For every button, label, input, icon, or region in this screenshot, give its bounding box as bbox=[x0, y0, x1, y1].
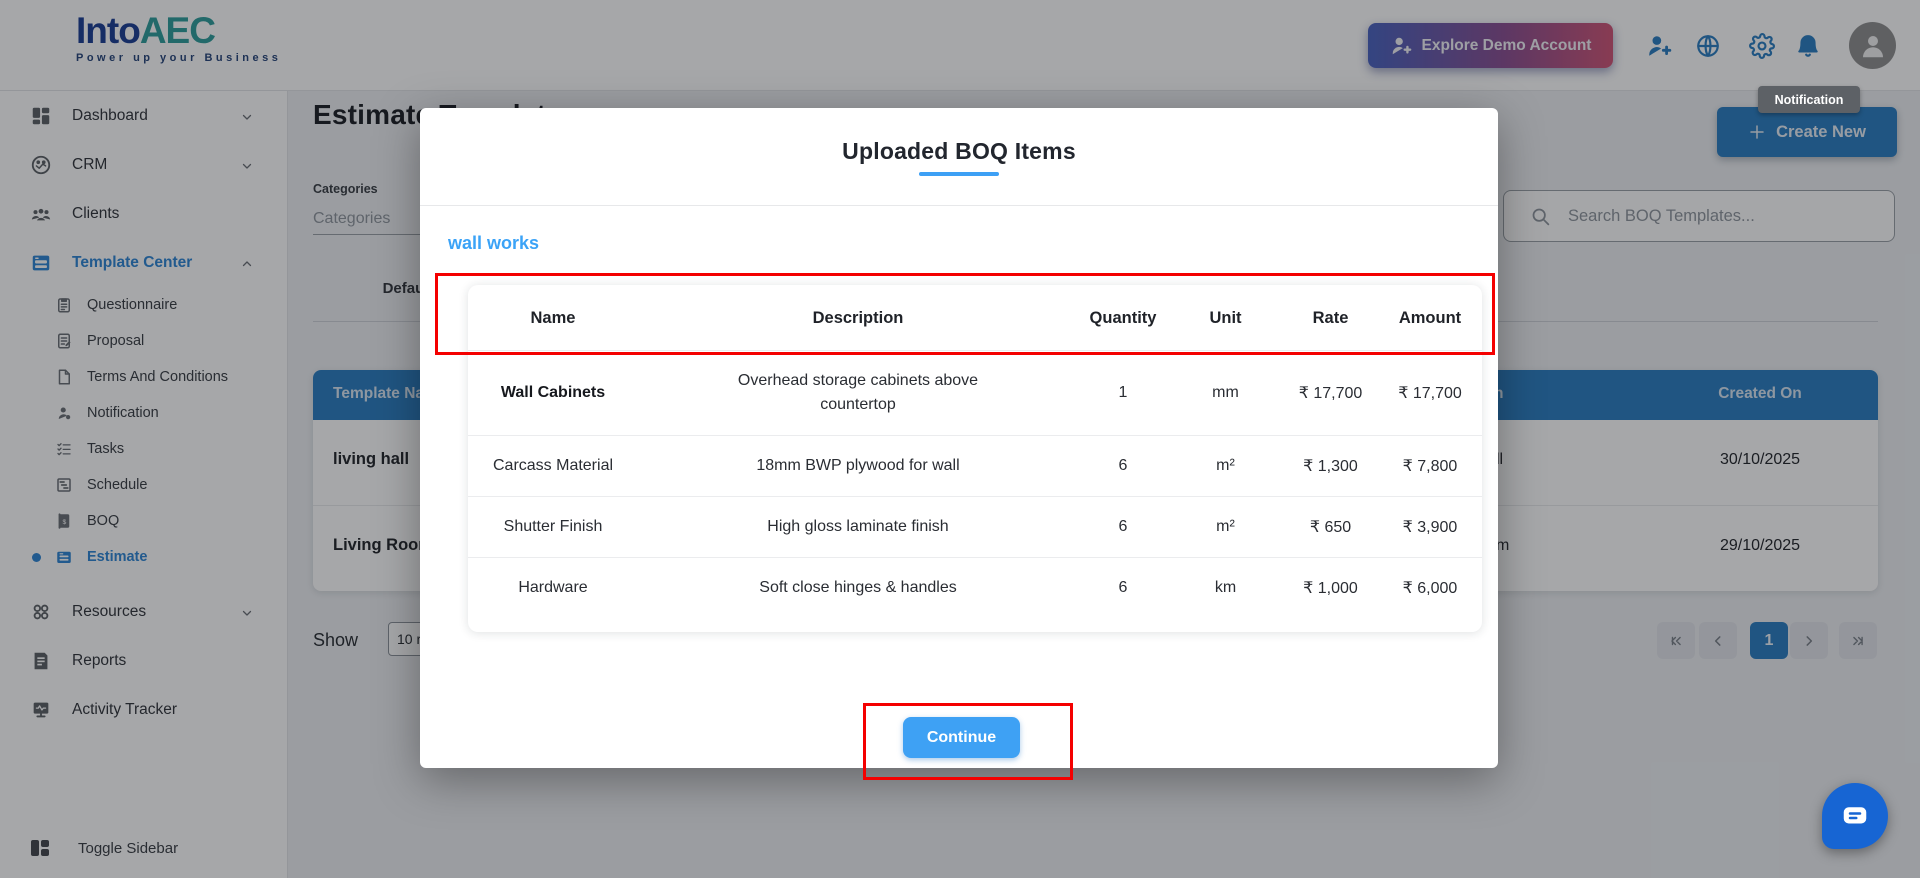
boq-cell-amt: ₹ 17,700 bbox=[1378, 350, 1482, 436]
boq-cell-name: Shutter Finish bbox=[468, 496, 638, 558]
boq-cell-rate: ₹ 17,700 bbox=[1283, 350, 1378, 436]
chat-icon bbox=[1840, 801, 1870, 831]
uploaded-boq-items-modal: Uploaded BOQ Items wall works Name Descri… bbox=[420, 108, 1498, 768]
boq-item-row: Wall Cabinets Overhead storage cabinets a… bbox=[468, 350, 1482, 436]
boq-table-header-row: Name Description Quantity Unit Rate Amount bbox=[468, 285, 1482, 351]
boq-cell-qty: 1 bbox=[1078, 350, 1168, 436]
boq-cell-qty: 6 bbox=[1078, 557, 1168, 618]
boq-cell-name: Hardware bbox=[468, 557, 638, 618]
boq-cell-desc: 18mm BWP plywood for wall bbox=[638, 435, 1078, 497]
boq-col-unit: Unit bbox=[1209, 309, 1242, 327]
app-root: IntoAEC Power up your Business Explore D… bbox=[0, 0, 1920, 878]
continue-button[interactable]: Continue bbox=[903, 717, 1020, 758]
boq-cell-desc: Soft close hinges & handles bbox=[638, 557, 1078, 618]
boq-col-quantity: Quantity bbox=[1089, 309, 1157, 327]
chat-button[interactable] bbox=[1822, 783, 1888, 849]
boq-items-table: Name Description Quantity Unit Rate Amount Wa… bbox=[468, 285, 1482, 632]
boq-col-name: Name bbox=[530, 309, 576, 327]
boq-col-amount: Amount bbox=[1398, 309, 1462, 327]
boq-cell-amt: ₹ 6,000 bbox=[1378, 557, 1482, 618]
boq-cell-qty: 6 bbox=[1078, 496, 1168, 558]
modal-divider bbox=[420, 205, 1498, 206]
boq-cell-desc: High gloss laminate finish bbox=[638, 496, 1078, 558]
boq-section-link[interactable]: wall works bbox=[448, 233, 539, 254]
modal-title-underline bbox=[919, 172, 999, 176]
boq-cell-amt: ₹ 7,800 bbox=[1378, 435, 1482, 497]
boq-cell-desc: Overhead storage cabinets above countert… bbox=[638, 350, 1078, 436]
boq-item-row: Carcass Material 18mm BWP plywood for wal… bbox=[468, 435, 1482, 497]
boq-cell-unit: km bbox=[1168, 557, 1283, 618]
boq-cell-unit: mm bbox=[1168, 350, 1283, 436]
boq-col-rate: Rate bbox=[1312, 309, 1349, 327]
boq-cell-qty: 6 bbox=[1078, 435, 1168, 497]
modal-title: Uploaded BOQ Items bbox=[842, 138, 1076, 164]
boq-cell-rate: ₹ 1,000 bbox=[1283, 557, 1378, 618]
boq-item-row: Hardware Soft close hinges & handles 6 km ₹ … bbox=[468, 557, 1482, 618]
boq-cell-name: Wall Cabinets bbox=[468, 350, 638, 436]
boq-cell-name: Carcass Material bbox=[468, 435, 638, 497]
boq-cell-unit: m² bbox=[1168, 496, 1283, 558]
boq-cell-unit: m² bbox=[1168, 435, 1283, 497]
boq-cell-amt: ₹ 3,900 bbox=[1378, 496, 1482, 558]
notification-tooltip: Notification bbox=[1758, 86, 1860, 113]
boq-cell-rate: ₹ 1,300 bbox=[1283, 435, 1378, 497]
boq-item-row: Shutter Finish High gloss laminate finish… bbox=[468, 496, 1482, 558]
boq-col-description: Description bbox=[812, 309, 904, 327]
boq-cell-rate: ₹ 650 bbox=[1283, 496, 1378, 558]
